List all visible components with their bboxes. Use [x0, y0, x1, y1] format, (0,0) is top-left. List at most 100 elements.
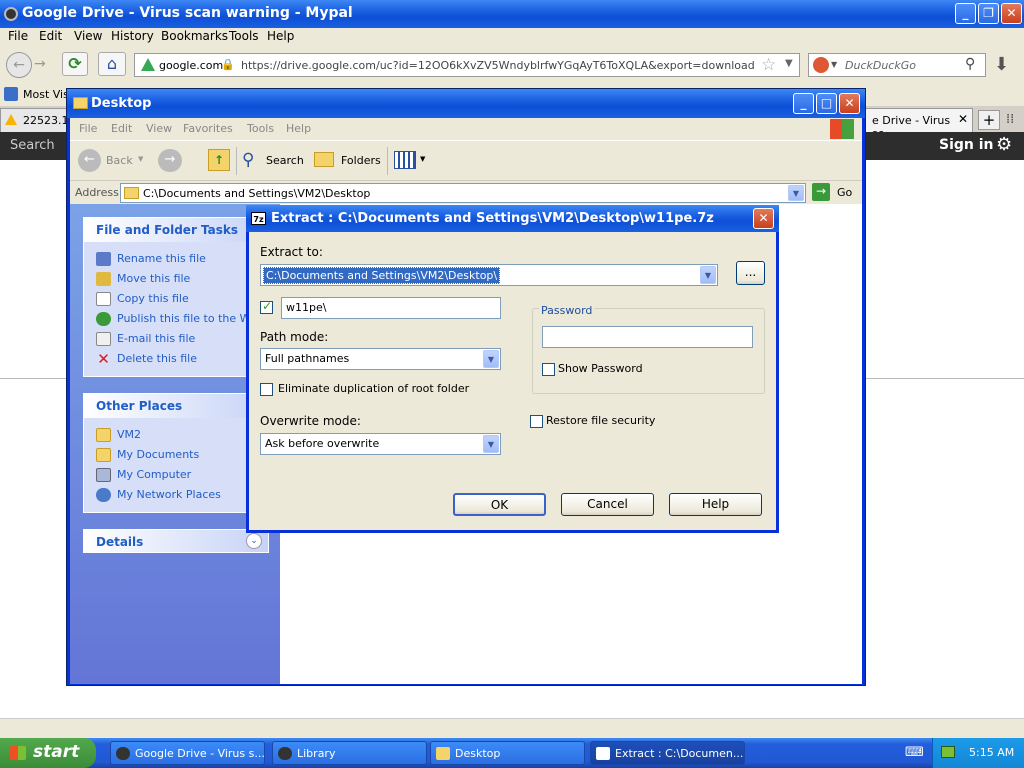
browser-tab-1[interactable]: 22523.10 [0, 108, 76, 132]
task-delete[interactable]: ✕ Delete this file [96, 352, 197, 370]
url-dropdown-icon[interactable]: ▼ [785, 58, 793, 69]
taskbar-item-library-label: Library [297, 747, 336, 760]
url-text: https://drive.google.com/uc?id=12OO6kXvZ… [241, 59, 755, 72]
browser-close-button[interactable]: ✕ [1001, 3, 1022, 24]
browser-menu-file[interactable]: File [8, 29, 28, 43]
expand-chevron-icon[interactable]: ⌄ [246, 533, 262, 549]
path-mode-value: Full pathnames [265, 352, 350, 365]
search-engine-dropdown-icon[interactable]: ▼ [831, 60, 837, 69]
browser-menu-history[interactable]: History [111, 29, 154, 43]
network-tray-icon[interactable] [941, 746, 955, 758]
task-move[interactable]: Move this file [96, 272, 190, 290]
browser-nav-toolbar: ← → ⟳ ⌂ google.com 🔒 https://drive.googl… [0, 46, 1024, 84]
eliminate-duplication-checkbox[interactable] [260, 383, 273, 396]
desktop-folder-taskbar-icon [436, 747, 450, 760]
details-panel[interactable]: Details ⌄ [83, 529, 269, 553]
google-sign-in[interactable]: Sign in [939, 137, 994, 153]
place-my-documents[interactable]: My Documents [96, 448, 199, 466]
browser-back-button[interactable]: ← [6, 52, 32, 78]
folders-label: Folders [341, 154, 381, 167]
browser-menu-view[interactable]: View [74, 29, 102, 43]
help-button[interactable]: Help [669, 493, 762, 516]
explorer-forward-button[interactable]: → [158, 149, 182, 172]
browser-menu-help[interactable]: Help [267, 29, 294, 43]
place-vm2[interactable]: VM2 [96, 428, 141, 446]
place-my-computer-label: My Computer [117, 468, 192, 481]
subfolder-input[interactable]: w11pe\ [281, 297, 501, 319]
explorer-title-bar: Desktop _ □ ✕ [67, 89, 865, 118]
task-email[interactable]: E-mail this file [96, 332, 195, 350]
extract-to-combo[interactable]: C:\Documents and Settings\VM2\Desktop\ ▼ [260, 264, 718, 286]
explorer-close-button[interactable]: ✕ [839, 93, 860, 114]
download-icon[interactable]: ⬇ [994, 54, 1009, 75]
explorer-menu-edit[interactable]: Edit [111, 122, 132, 135]
overwrite-mode-dropdown-icon[interactable]: ▼ [483, 435, 499, 453]
start-button[interactable]: start [0, 738, 96, 768]
browser-home-button[interactable]: ⌂ [98, 52, 126, 76]
task-copy[interactable]: Copy this file [96, 292, 189, 310]
up-folder-icon[interactable]: ↑ [208, 149, 230, 171]
globe-icon [96, 312, 111, 326]
browser-reload-button[interactable]: ⟳ [62, 52, 88, 76]
taskbar: start Google Drive - Virus s... Library … [0, 738, 1024, 768]
password-input[interactable] [542, 326, 753, 348]
keyboard-tray-icon[interactable]: ⌨ [905, 745, 924, 760]
browser-url-bar[interactable]: google.com 🔒 https://drive.google.com/uc… [134, 53, 800, 77]
task-rename[interactable]: Rename this file [96, 252, 206, 270]
cancel-button[interactable]: Cancel [561, 493, 654, 516]
browser-forward-button[interactable]: → [34, 56, 52, 74]
browser-tab-active[interactable]: e Drive - Virus sc... ✕ [865, 108, 973, 140]
address-input[interactable]: C:\Documents and Settings\VM2\Desktop ▼ [120, 183, 806, 203]
views-grid-icon [394, 151, 416, 169]
browser-search-box[interactable]: ▼ DuckDuckGo ⚲ [808, 53, 986, 77]
path-mode-dropdown-icon[interactable]: ▼ [483, 350, 499, 368]
file-folder-tasks-header[interactable]: File and Folder Tasks [84, 218, 268, 242]
browse-button[interactable]: ... [736, 261, 765, 285]
views-button[interactable]: ▼ [394, 150, 430, 172]
go-label: Go [837, 186, 853, 199]
taskbar-item-library[interactable]: Library [272, 741, 427, 765]
search-label: Search [266, 154, 304, 167]
browser-status-bar [0, 718, 1024, 738]
address-dropdown-icon[interactable]: ▼ [788, 185, 804, 201]
browser-menu-tools[interactable]: Tools [229, 29, 259, 43]
extract-dialog-close-button[interactable]: ✕ [753, 208, 774, 229]
explorer-menu-favorites[interactable]: Favorites [183, 122, 233, 135]
browser-minimize-button[interactable]: _ [955, 3, 976, 24]
browser-restore-button[interactable]: ❐ [978, 3, 999, 24]
search-magnifier-icon[interactable]: ⚲ [965, 56, 975, 72]
other-places-header[interactable]: Other Places [84, 394, 268, 418]
lock-icon: 🔒 [221, 58, 235, 71]
place-my-network[interactable]: My Network Places [96, 488, 221, 506]
explorer-minimize-button[interactable]: _ [793, 93, 814, 114]
bookmark-star-icon[interactable]: ☆ [761, 55, 776, 75]
extract-to-dropdown-icon[interactable]: ▼ [700, 266, 716, 284]
password-groupbox [532, 308, 765, 394]
taskbar-item-extract[interactable]: Extract : C:\Documen... [590, 741, 745, 765]
overwrite-mode-select[interactable]: Ask before overwrite ▼ [260, 433, 501, 455]
tab-grid-icon[interactable]: ⁞⁞ [1006, 112, 1014, 127]
start-label: start [33, 742, 80, 762]
show-password-checkbox[interactable] [542, 363, 555, 376]
place-my-computer[interactable]: My Computer [96, 468, 191, 486]
path-mode-select[interactable]: Full pathnames ▼ [260, 348, 501, 370]
new-tab-button[interactable]: + [978, 110, 1000, 130]
google-drive-icon [141, 58, 155, 71]
restore-security-checkbox[interactable] [530, 415, 543, 428]
explorer-maximize-button[interactable]: □ [816, 93, 837, 114]
browser-menu-edit[interactable]: Edit [39, 29, 62, 43]
explorer-menu-help[interactable]: Help [286, 122, 311, 135]
subfolder-checkbox[interactable]: ✓ [260, 299, 273, 314]
ok-button[interactable]: OK [453, 493, 546, 516]
explorer-menu-tools[interactable]: Tools [247, 122, 274, 135]
tab-close-icon[interactable]: ✕ [958, 112, 968, 126]
google-bar-search[interactable]: Search [10, 138, 55, 153]
taskbar-item-mypal[interactable]: Google Drive - Virus s... [110, 741, 265, 765]
explorer-menu-view[interactable]: View [146, 122, 172, 135]
settings-gear-icon[interactable]: ⚙ [996, 134, 1012, 155]
task-publish[interactable]: Publish this file to the Web [96, 312, 264, 330]
browser-menu-bookmarks[interactable]: Bookmarks [161, 29, 228, 43]
explorer-menu-file[interactable]: File [79, 122, 97, 135]
taskbar-item-desktop-label: Desktop [455, 747, 501, 760]
taskbar-item-desktop[interactable]: Desktop [430, 741, 585, 765]
